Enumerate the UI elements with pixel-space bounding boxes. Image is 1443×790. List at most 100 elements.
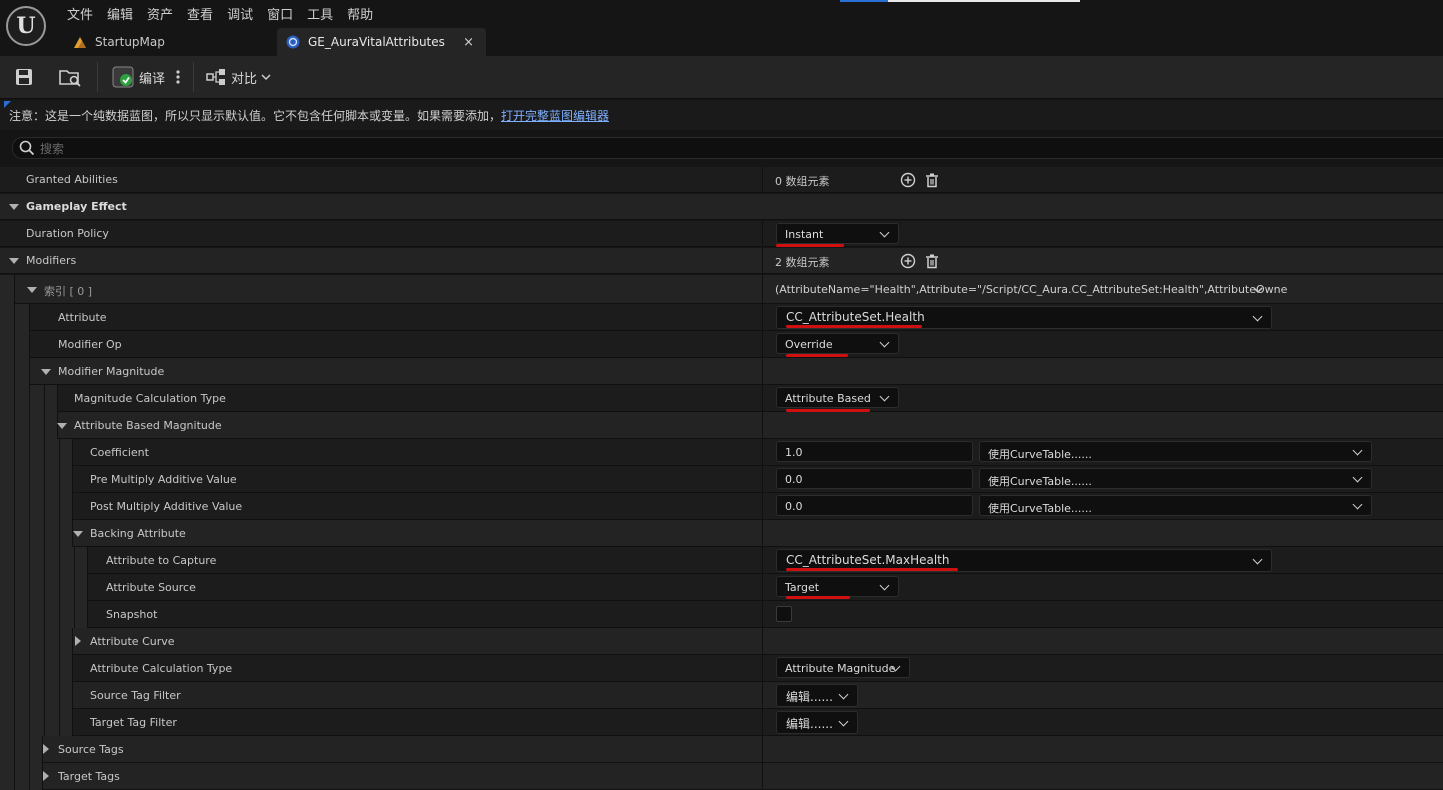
row-backing-attribute[interactable]: Backing Attribute xyxy=(0,520,1443,547)
category-gameplay-effect[interactable]: Gameplay Effect xyxy=(0,194,1443,220)
search-icon xyxy=(19,140,35,156)
attribute-source-dropdown[interactable]: Target xyxy=(776,576,899,597)
property-label: Modifiers xyxy=(26,254,77,267)
array-count: 2 数组元素 xyxy=(775,256,830,269)
add-element-icon[interactable] xyxy=(900,172,916,188)
chevron-down-icon[interactable] xyxy=(1253,286,1263,294)
data-only-notice: 注意：这是一个纯数据蓝图，所以只显示默认值。它不包含任何脚本或变量。如果需要添加… xyxy=(0,100,1443,130)
trash-icon[interactable] xyxy=(924,253,940,269)
add-element-icon[interactable] xyxy=(900,253,916,269)
tab-startup-map[interactable]: StartupMap xyxy=(64,28,274,56)
coefficient-input[interactable]: 1.0 xyxy=(776,441,973,462)
expand-arrow-icon[interactable] xyxy=(41,369,51,375)
property-label: Attribute Source xyxy=(106,581,196,594)
input-value: 0.0 xyxy=(785,500,803,513)
chevron-down-icon xyxy=(1252,554,1263,565)
tab-ge-aura-vital-attributes[interactable]: GE_AuraVitalAttributes × xyxy=(277,28,486,56)
row-attribute-curve[interactable]: Attribute Curve xyxy=(0,628,1443,655)
browse-button[interactable] xyxy=(58,62,84,92)
expand-arrow-icon[interactable] xyxy=(57,423,67,429)
row-modifier-magnitude[interactable]: Modifier Magnitude xyxy=(0,358,1443,385)
property-label: Post Multiply Additive Value xyxy=(90,500,243,513)
menu-edit[interactable]: 编辑 xyxy=(100,0,140,24)
unreal-logo-icon[interactable]: U xyxy=(6,6,46,46)
property-label: Snapshot xyxy=(106,608,158,621)
compile-label: 编译 xyxy=(139,71,166,87)
red-underline-annotation xyxy=(776,244,844,247)
expand-arrow-icon[interactable] xyxy=(9,258,19,264)
toolbar-separator xyxy=(97,62,98,92)
row-attribute: Attribute CC_AttributeSet.Health xyxy=(0,304,1443,331)
modifier-op-dropdown[interactable]: Override xyxy=(776,333,899,354)
chevron-down-icon xyxy=(879,337,890,348)
pre-multiply-curve-dropdown[interactable]: 使用CurveTable...... xyxy=(979,468,1372,489)
collapse-arrow-icon[interactable] xyxy=(43,744,49,754)
menu-view[interactable]: 查看 xyxy=(180,0,220,24)
red-underline-annotation xyxy=(786,568,958,571)
property-label: Source Tags xyxy=(58,743,124,756)
collapse-arrow-icon[interactable] xyxy=(43,771,49,781)
menu-bar: 文件 编辑 资产 查看 调试 窗口 工具 帮助 xyxy=(60,0,380,24)
row-pre-multiply-additive-value: Pre Multiply Additive Value 0.0 使用CurveT… xyxy=(0,466,1443,493)
row-attribute-to-capture: Attribute to Capture CC_AttributeSet.Max… xyxy=(0,547,1443,574)
compile-options-button[interactable] xyxy=(175,62,185,92)
property-label: Attribute Based Magnitude xyxy=(74,419,222,432)
row-target-tag-filter: Target Tag Filter 编辑...... xyxy=(0,709,1443,736)
coefficient-curve-dropdown[interactable]: 使用CurveTable...... xyxy=(979,441,1372,462)
property-label: 索引 [ 0 ] xyxy=(44,285,93,298)
row-attribute-source: Attribute Source Target xyxy=(0,574,1443,601)
red-underline-annotation xyxy=(786,596,850,599)
property-label: Target Tag Filter xyxy=(90,716,177,729)
menu-file[interactable]: 文件 xyxy=(60,0,100,24)
property-label: Pre Multiply Additive Value xyxy=(90,473,237,486)
dropdown-value: 编辑...... xyxy=(786,690,833,704)
magnitude-calculation-type-dropdown[interactable]: Attribute Based xyxy=(776,387,899,408)
compile-button[interactable]: 编译 xyxy=(112,62,168,92)
attribute-calculation-type-dropdown[interactable]: Attribute Magnitude xyxy=(776,657,910,678)
pre-multiply-input[interactable]: 0.0 xyxy=(776,468,973,489)
diff-button[interactable]: 对比 xyxy=(206,62,276,92)
close-icon[interactable]: × xyxy=(463,35,474,50)
open-full-editor-link[interactable]: 打开完整蓝图编辑器 xyxy=(501,109,609,123)
save-button[interactable] xyxy=(14,62,38,92)
expand-arrow-icon[interactable] xyxy=(9,204,19,210)
dropdown-value: 使用CurveTable...... xyxy=(988,502,1092,515)
row-attribute-based-magnitude[interactable]: Attribute Based Magnitude xyxy=(0,412,1443,439)
dropdown-value: Target xyxy=(785,581,820,594)
menu-help[interactable]: 帮助 xyxy=(340,0,380,24)
post-multiply-curve-dropdown[interactable]: 使用CurveTable...... xyxy=(979,495,1372,516)
collapse-arrow-icon[interactable] xyxy=(75,636,81,646)
save-icon xyxy=(16,69,32,85)
compile-check-icon xyxy=(112,66,134,88)
progress-strip-accent xyxy=(840,0,888,2)
row-modifiers[interactable]: Modifiers 2 数组元素 xyxy=(0,248,1443,274)
snapshot-checkbox[interactable] xyxy=(776,606,792,622)
menu-debug[interactable]: 调试 xyxy=(220,0,260,24)
trash-icon[interactable] xyxy=(924,172,940,188)
chevron-down-icon xyxy=(261,74,271,81)
more-vertical-icon xyxy=(176,70,180,84)
source-tag-filter-edit-button[interactable]: 编辑...... xyxy=(776,684,858,707)
expand-arrow-icon[interactable] xyxy=(27,287,37,293)
menu-asset[interactable]: 资产 xyxy=(140,0,180,24)
input-value: 1.0 xyxy=(785,446,803,459)
blueprint-icon xyxy=(286,35,300,49)
row-snapshot: Snapshot xyxy=(0,601,1443,628)
property-label: Target Tags xyxy=(58,770,120,783)
menu-window[interactable]: 窗口 xyxy=(260,0,300,24)
chevron-down-icon xyxy=(1352,445,1363,456)
row-source-tags[interactable]: Source Tags xyxy=(0,736,1443,763)
post-multiply-input[interactable]: 0.0 xyxy=(776,495,973,516)
menu-tools[interactable]: 工具 xyxy=(300,0,340,24)
duration-policy-dropdown[interactable]: Instant xyxy=(776,223,899,244)
row-target-tags[interactable]: Target Tags xyxy=(0,763,1443,790)
row-index-0[interactable]: 索引 [ 0 ] (AttributeName="Health",Attribu… xyxy=(0,275,1443,304)
target-tag-filter-edit-button[interactable]: 编辑...... xyxy=(776,711,858,734)
expand-arrow-icon[interactable] xyxy=(73,531,83,537)
property-label: Modifier Op xyxy=(58,338,122,351)
chevron-down-icon xyxy=(879,391,890,402)
search-input[interactable]: 搜索 xyxy=(12,137,1443,159)
dropdown-value: 编辑...... xyxy=(786,717,833,731)
dropdown-value: Override xyxy=(785,338,833,351)
dropdown-value: Attribute Magnitude xyxy=(785,662,896,675)
